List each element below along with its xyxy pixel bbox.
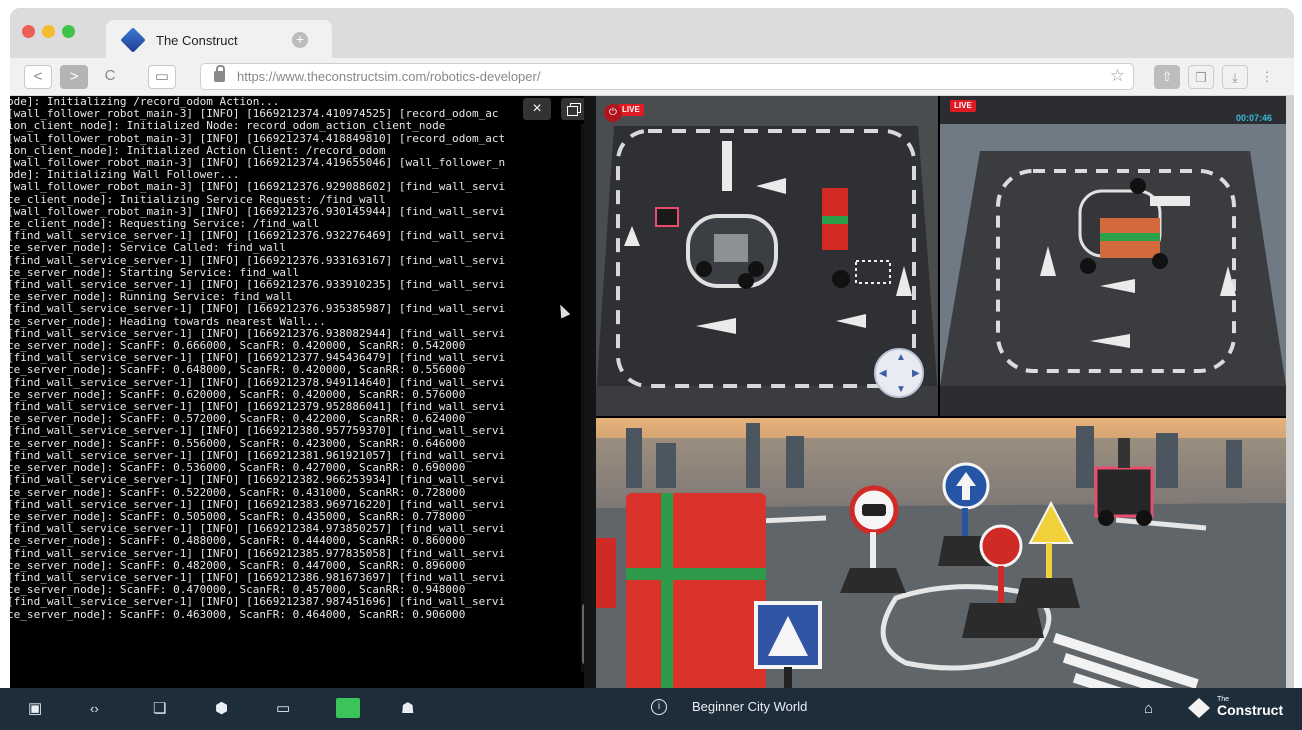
new-tab-button[interactable]: + (292, 32, 308, 48)
forward-button[interactable]: > (60, 65, 88, 89)
terminal-line: [find_wall_service_server-1] [INFO] [166… (10, 546, 506, 560)
robot-icon[interactable]: ☗ (401, 700, 414, 718)
url-text: https://www.theconstructsim.com/robotics… (237, 69, 541, 84)
terminal-icon[interactable]: ▣ (28, 700, 42, 718)
tab-strip: The Construct + (10, 8, 1294, 60)
notebook-icon[interactable]: ❏ (153, 700, 166, 718)
reload-button[interactable]: C (96, 65, 124, 89)
terminal-line: ce_server_node]: ScanFF: 0.488000, ScanF… (10, 534, 466, 548)
terminal-line: [find_wall_service_server-1] [INFO] [166… (10, 302, 506, 316)
terminal-line: [find_wall_service_server-1] [INFO] [166… (10, 473, 506, 487)
terminal-line: ce_server_node]: ScanFF: 0.648000, ScanF… (10, 363, 466, 377)
camera-feed-bottom[interactable] (596, 418, 1288, 696)
dpad-up-icon[interactable]: ▲ (896, 352, 906, 363)
terminal-line: ce_server_node]: ScanFF: 0.522000, ScanF… (10, 485, 466, 499)
page: The Construct + < > C ▭ https://www.thec… (0, 0, 1302, 730)
browser-toolbar: < > C ▭ https://www.theconstructsim.com/… (10, 58, 1294, 96)
home-icon[interactable]: ⌂ (1144, 700, 1153, 718)
terminal-line: [find_wall_service_server-1] [INFO] [166… (10, 595, 506, 609)
construct-logo-icon (1188, 698, 1210, 718)
desktop-icon[interactable]: ▭ (276, 700, 290, 718)
browser-window: The Construct + < > C ▭ https://www.thec… (10, 8, 1294, 730)
mouse-cursor-icon (555, 302, 571, 319)
world-name: Beginner City World (692, 699, 808, 714)
terminal-line: ce_server_node]: Service Called: find_wa… (10, 241, 286, 255)
feed2-scene (940, 96, 1286, 416)
dpad-left-icon[interactable]: ◀ (879, 368, 887, 379)
terminal-panel[interactable]: ode]: Initializing /record_odom Action..… (10, 96, 584, 696)
code-icon[interactable]: ‹› (90, 700, 99, 718)
maximize-window-button[interactable] (62, 25, 75, 38)
brand-name: Construct (1217, 702, 1284, 718)
share-icon[interactable]: ⇧ (1154, 65, 1180, 89)
close-window-button[interactable] (22, 25, 35, 38)
bookmark-star-icon[interactable]: ☆ (1110, 66, 1125, 86)
cube-icon[interactable]: ⬢ (215, 700, 228, 718)
terminal-line: [find_wall_service_server-1] [INFO] [166… (10, 424, 506, 438)
page-scrollbar[interactable] (1286, 96, 1294, 696)
favicon-icon (120, 27, 146, 53)
terminal-line: [find_wall_service_server-1] [INFO] [166… (10, 253, 506, 267)
address-bar[interactable]: https://www.theconstructsim.com/robotics… (200, 63, 1134, 90)
sidebar-toggle-icon[interactable]: ▭ (148, 65, 176, 89)
minimize-window-button[interactable] (42, 25, 55, 38)
dpad-down-icon[interactable]: ▼ (896, 384, 906, 395)
more-menu-icon[interactable]: ⋮ (1260, 65, 1274, 89)
content-area: ode]: Initializing /record_odom Action..… (10, 96, 1294, 696)
terminal-line: ce_server_node]: ScanFF: 0.463000, ScanF… (10, 607, 466, 621)
camera-feed-top-left[interactable]: LIVE ⏻ ▲ ▼ ◀ ▶ (596, 96, 938, 416)
terminal-line: ce_client_node]: Initializing Service Re… (10, 192, 386, 206)
info-icon[interactable]: i (651, 699, 667, 715)
panel-divider[interactable] (584, 96, 596, 696)
camera-feed-top-right[interactable]: LIVE 00:07:46 (940, 96, 1286, 416)
book-icon[interactable] (336, 698, 360, 718)
terminal-output: ode]: Initializing /record_odom Action..… (10, 96, 547, 621)
power-icon[interactable]: ⏻ (604, 104, 622, 122)
terminal-line: [wall_follower_robot_main-3] [INFO] [166… (10, 180, 506, 194)
feed3-scene (596, 418, 1288, 696)
camera-dpad-control[interactable]: ▲ ▼ ◀ ▶ (874, 348, 924, 398)
back-button[interactable]: < (24, 65, 52, 89)
bottom-toolbar: ▣ ‹› ❏ ⬢ ▭ ☗ i Beginner City World ⌂ The… (0, 688, 1302, 730)
terminal-close-button[interactable]: × (523, 98, 551, 120)
terminal-line: [wall_follower_robot_main-3] [INFO] [166… (10, 131, 506, 145)
stream-timer: 00:07:46 (1235, 113, 1272, 123)
tabs-overview-icon[interactable]: ❐ (1188, 65, 1214, 89)
terminal-line: ion_client_node]: Initialized Node: reco… (10, 119, 446, 133)
live-badge: LIVE (950, 100, 976, 112)
download-icon[interactable]: ⤓ (1222, 65, 1248, 89)
tab-title: The Construct (156, 33, 238, 48)
dpad-right-icon[interactable]: ▶ (912, 368, 920, 379)
lock-icon (214, 65, 225, 82)
